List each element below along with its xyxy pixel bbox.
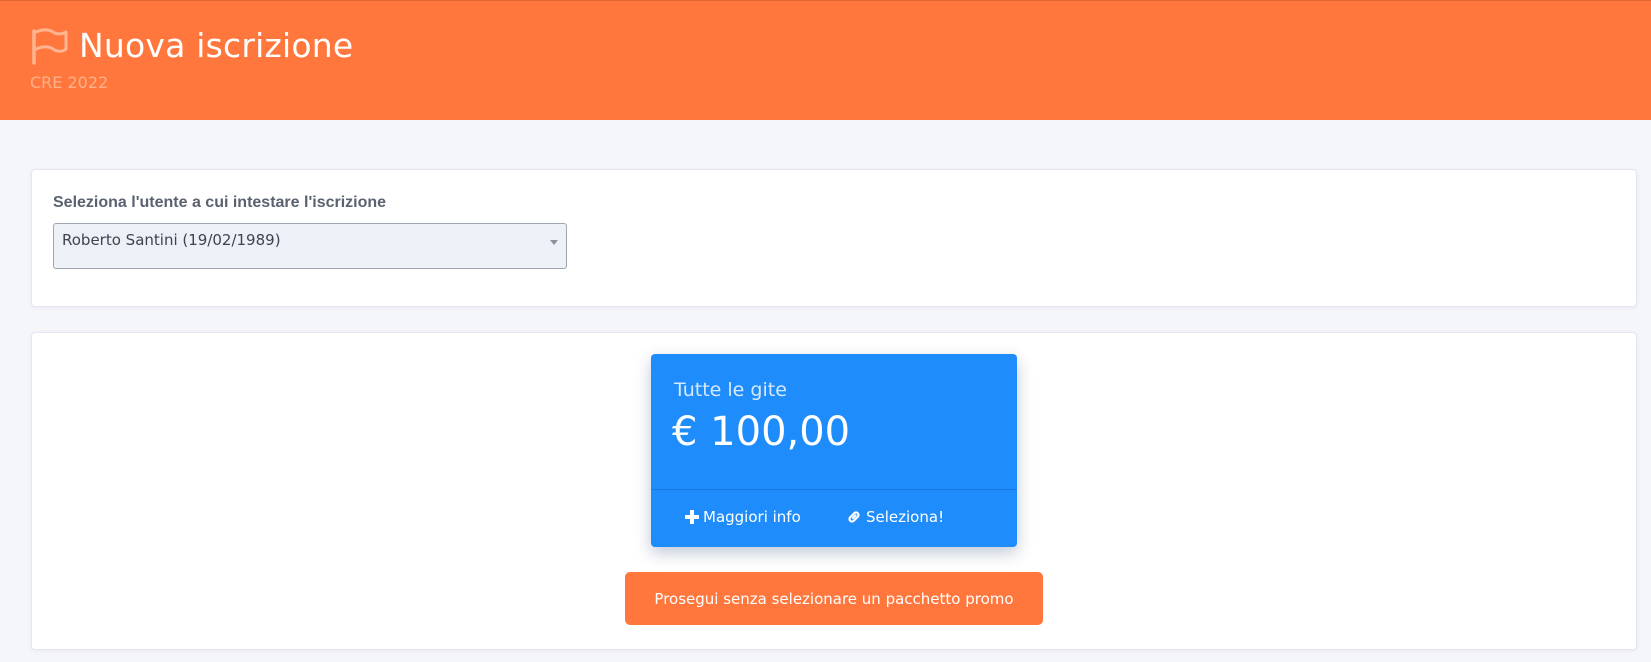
plus-icon (685, 510, 699, 524)
user-select-value: Roberto Santini (19/02/1989) (62, 231, 281, 249)
promo-package-tile: Tutte le gite € 100,00 Maggiori info Sel… (651, 354, 1017, 547)
page-title-row: Nuova iscrizione (29, 26, 353, 66)
promo-package-name: Tutte le gite (674, 379, 787, 401)
skip-promo-label: Prosegui senza selezionare un pacchetto … (654, 589, 1014, 608)
more-info-link[interactable]: Maggiori info (685, 508, 801, 526)
select-package-link[interactable]: Seleziona! (846, 508, 944, 526)
chevron-down-icon (550, 240, 558, 245)
user-selection-card: Seleziona l'utente a cui intestare l'isc… (31, 169, 1637, 307)
select-package-label: Seleziona! (866, 508, 945, 526)
promo-package-price: € 100,00 (672, 409, 851, 455)
page-title: Nuova iscrizione (79, 26, 354, 65)
user-select-dropdown[interactable]: Roberto Santini (19/02/1989) (53, 223, 567, 269)
user-select-label: Seleziona l'utente a cui intestare l'isc… (53, 194, 387, 211)
flag-icon (32, 28, 68, 65)
promo-package-actions: Maggiori info Seleziona! (651, 489, 1017, 547)
more-info-label: Maggiori info (703, 508, 801, 526)
page-subtitle: CRE 2022 (30, 73, 109, 92)
link-icon (848, 511, 860, 523)
promo-packages-card: Tutte le gite € 100,00 Maggiori info Sel… (31, 332, 1637, 650)
skip-promo-button[interactable]: Prosegui senza selezionare un pacchetto … (625, 572, 1043, 625)
page-header: Nuova iscrizione CRE 2022 (0, 0, 1651, 120)
